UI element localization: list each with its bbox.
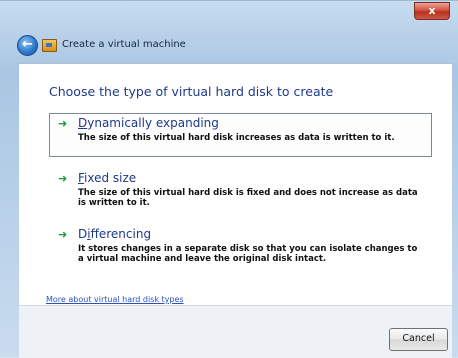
option-differencing[interactable]: ➜ Differencing It stores changes in a se…: [49, 224, 432, 274]
option-title-rest: ynamically expanding: [87, 116, 219, 130]
cancel-button[interactable]: Cancel: [389, 328, 448, 351]
option-title: Fixed size: [78, 171, 136, 185]
option-description: The size of this virtual hard disk incre…: [78, 133, 395, 143]
back-arrow-icon[interactable]: ←: [17, 35, 38, 56]
option-mnemonic: D: [78, 116, 88, 130]
option-description: It stores changes in a separate disk so …: [78, 244, 418, 264]
option-title: Dynamically expanding: [78, 116, 219, 130]
virtual-machine-icon: [42, 39, 57, 52]
option-title: Differencing: [78, 227, 151, 241]
window-title: Create a virtual machine: [62, 39, 186, 50]
wizard-footer: Cancel: [19, 305, 452, 358]
option-fixed-size[interactable]: ➜ Fixed size The size of this virtual ha…: [49, 168, 432, 214]
option-title-rest: ixed size: [84, 171, 137, 185]
option-title-rest: fferencing: [90, 227, 152, 241]
help-link[interactable]: More about virtual hard disk types: [46, 295, 184, 304]
window-frame: x ← Create a virtual machine Choose the …: [0, 0, 458, 358]
green-arrow-icon: ➜: [58, 228, 68, 241]
green-arrow-icon: ➜: [58, 172, 68, 185]
option-description: The size of this virtual hard disk is fi…: [78, 188, 418, 208]
page-heading: Choose the type of virtual hard disk to …: [49, 84, 334, 99]
green-arrow-icon: ➜: [58, 117, 68, 130]
title-bar: ← Create a virtual machine: [0, 25, 458, 65]
wizard-content: Choose the type of virtual hard disk to …: [19, 63, 452, 306]
option-title-pre: D: [78, 227, 88, 241]
option-dynamically-expanding[interactable]: ➜ Dynamically expanding The size of this…: [49, 113, 432, 157]
close-button[interactable]: x: [414, 2, 450, 20]
